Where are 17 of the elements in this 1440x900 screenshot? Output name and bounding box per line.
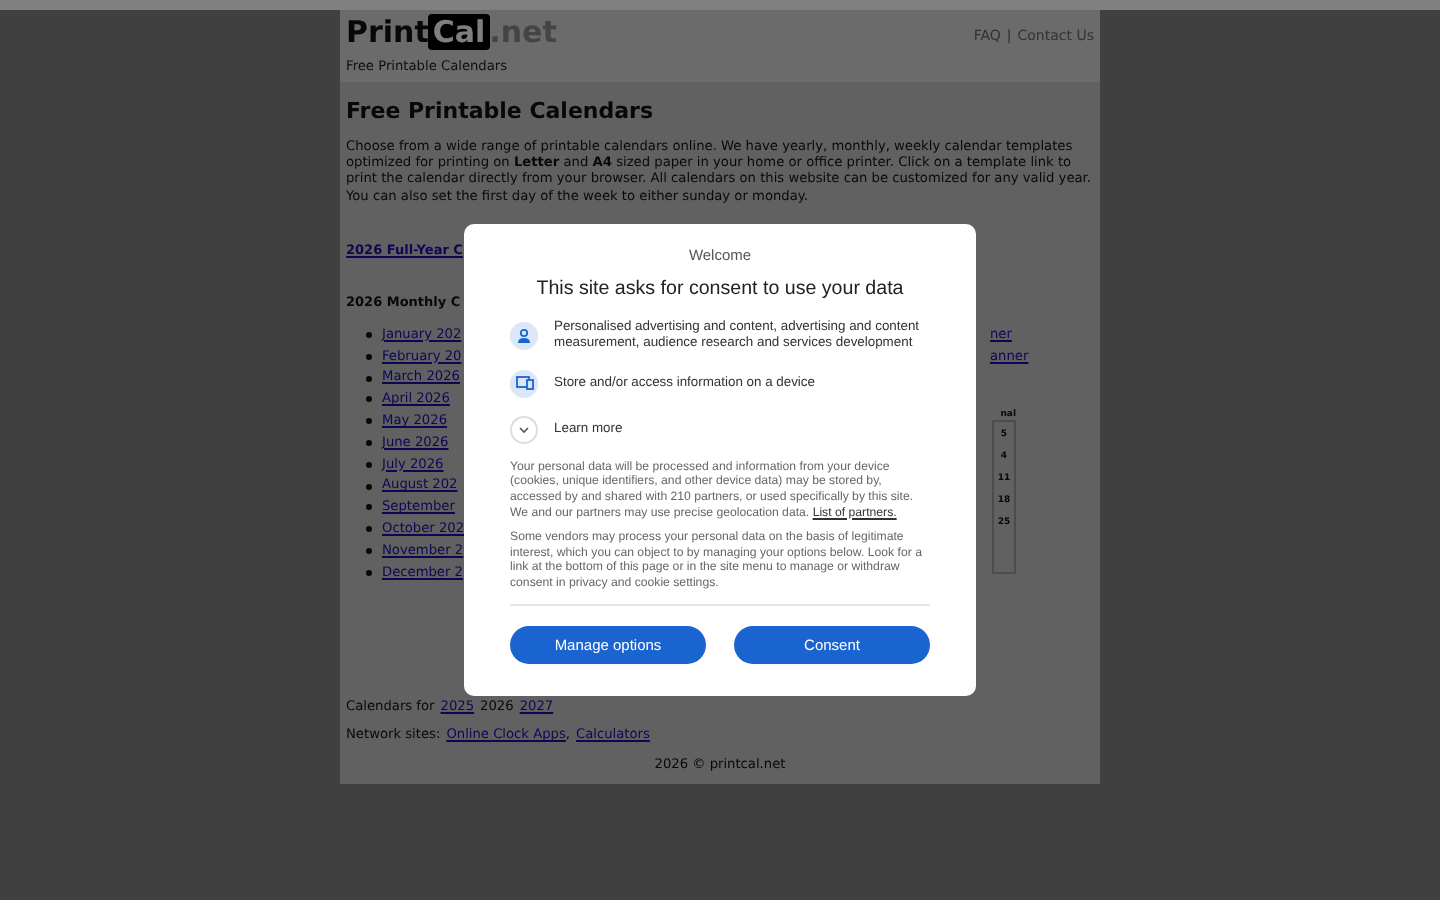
bullet-icon bbox=[366, 526, 372, 533]
person-icon bbox=[516, 328, 532, 345]
dialog-title: This site asks for consent to use your data bbox=[536, 278, 904, 300]
bullet-icon bbox=[366, 569, 372, 576]
page-title: Free Printable Calendars bbox=[346, 98, 656, 124]
bullet-icon bbox=[366, 504, 372, 511]
bullet-icon bbox=[366, 461, 372, 468]
bullet-icon bbox=[366, 548, 372, 555]
bullet-icon bbox=[366, 483, 372, 490]
bullet-icon bbox=[366, 375, 372, 382]
bullet-icon bbox=[366, 353, 372, 360]
bullet-icon bbox=[366, 396, 372, 403]
bullet-icon bbox=[366, 440, 372, 447]
bullet-icon bbox=[366, 332, 372, 339]
device-icon bbox=[515, 376, 533, 391]
bullet-icon bbox=[366, 418, 372, 425]
chevron-icon bbox=[518, 425, 530, 434]
